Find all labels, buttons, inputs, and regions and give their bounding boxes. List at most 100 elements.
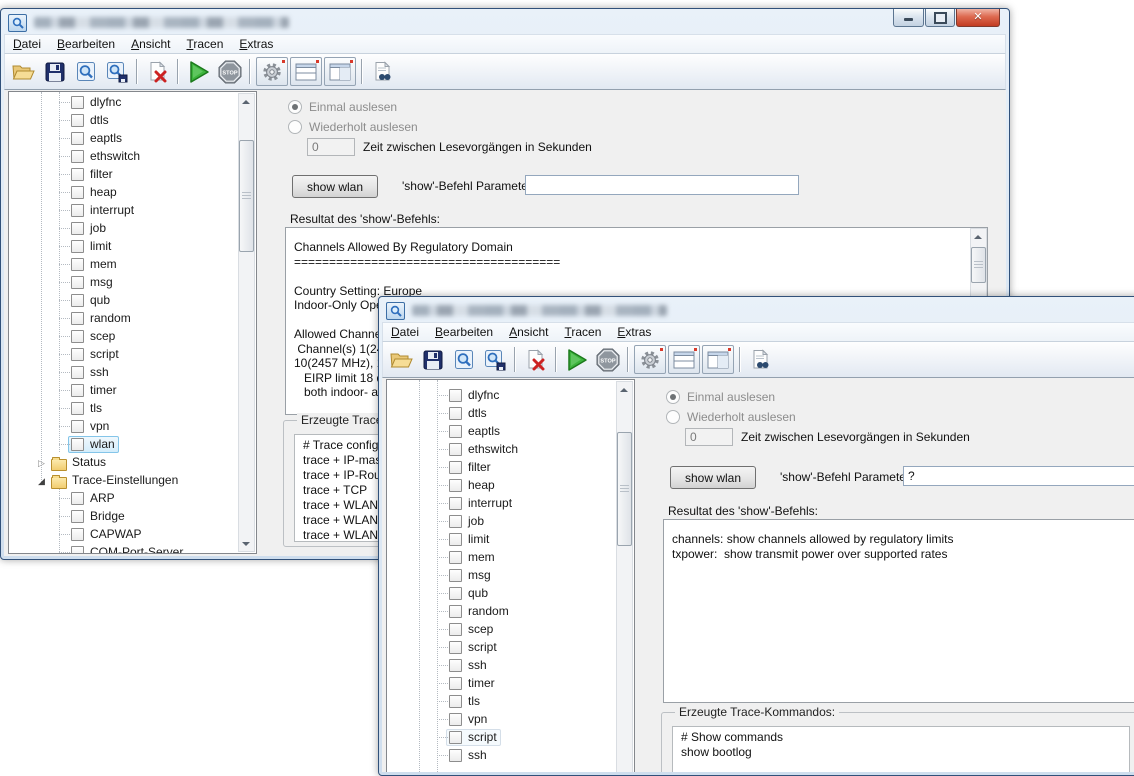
tree-item[interactable]: vpn — [387, 711, 617, 729]
minimize-button[interactable] — [893, 9, 924, 27]
tree-item[interactable]: Bridge — [9, 508, 239, 526]
close-button[interactable]: ✕ — [956, 9, 1000, 27]
tree-scrollbar[interactable] — [238, 93, 255, 552]
tree-item[interactable]: random — [9, 310, 239, 328]
tree-checkbox[interactable] — [449, 569, 462, 582]
tree-item[interactable]: mem — [387, 549, 617, 567]
tree-item[interactable]: limit — [9, 238, 239, 256]
save-trace-config-button[interactable] — [101, 57, 132, 86]
stop-trace-button[interactable]: STOP — [214, 57, 245, 86]
tree-item[interactable]: limit — [387, 531, 617, 549]
tree-checkbox[interactable] — [449, 623, 462, 636]
tree-item[interactable]: timer — [9, 382, 239, 400]
scroll-thumb[interactable] — [617, 432, 632, 546]
tree-item[interactable]: tls — [387, 693, 617, 711]
tree-checkbox[interactable] — [71, 168, 84, 181]
tree-item[interactable]: ssh — [9, 364, 239, 382]
tree-item[interactable]: eaptls — [387, 423, 617, 441]
search-trace-button[interactable] — [745, 345, 776, 374]
tree-checkbox[interactable] — [449, 695, 462, 708]
tree-checkbox[interactable] — [449, 461, 462, 474]
tree-checkbox[interactable] — [71, 222, 84, 235]
tree-checkbox[interactable] — [71, 330, 84, 343]
scroll-up-arrow[interactable] — [971, 229, 984, 244]
tree-checkbox[interactable] — [449, 407, 462, 420]
save-button[interactable] — [39, 57, 70, 86]
radio-read-repeat[interactable]: Wiederholt auslesen — [288, 120, 418, 134]
tree-item[interactable]: interrupt — [387, 495, 617, 513]
tree-item[interactable]: heap — [387, 477, 617, 495]
trace-tree-panel[interactable]: dlyfnc dtls eaptls ethswitch — [8, 91, 257, 554]
scroll-thumb[interactable] — [239, 140, 254, 252]
tree-item[interactable]: script — [387, 639, 617, 657]
show-command-button[interactable]: show wlan — [670, 466, 756, 489]
tree-checkbox[interactable] — [71, 294, 84, 307]
tree-item[interactable]: eaptls — [9, 130, 239, 148]
start-trace-button[interactable] — [183, 57, 214, 86]
menu-item[interactable]: Datei — [383, 324, 427, 340]
tree-checkbox[interactable] — [71, 312, 84, 325]
tree-item[interactable]: Trace-Einstellungen — [9, 472, 239, 490]
titlebar[interactable] — [382, 299, 1134, 322]
tree-item[interactable]: ethswitch — [387, 441, 617, 459]
scroll-up-arrow[interactable] — [239, 94, 252, 109]
discard-trace-button[interactable] — [520, 345, 551, 374]
settings-toggle-button[interactable] — [256, 57, 288, 86]
tree-checkbox[interactable] — [71, 492, 84, 505]
scroll-up-arrow[interactable] — [617, 382, 630, 397]
tree-checkbox[interactable] — [449, 641, 462, 654]
menu-item[interactable]: Ansicht — [501, 324, 556, 340]
tree-item[interactable]: script — [387, 729, 617, 747]
tree-item[interactable]: ARP — [9, 490, 239, 508]
tree-item[interactable]: timer — [387, 675, 617, 693]
param-input[interactable] — [525, 175, 799, 195]
open-file-button[interactable] — [386, 345, 417, 374]
tree-checkbox[interactable] — [71, 114, 84, 127]
tree-item[interactable]: filter — [9, 166, 239, 184]
menu-item[interactable]: Bearbeiten — [49, 36, 123, 52]
radio-read-repeat[interactable]: Wiederholt auslesen — [666, 410, 796, 424]
tree-checkbox[interactable] — [71, 528, 84, 541]
menu-item[interactable]: Bearbeiten — [427, 324, 501, 340]
tree-checkbox[interactable] — [449, 389, 462, 402]
tree-checkbox[interactable] — [71, 366, 84, 379]
view-trace-config-button[interactable] — [70, 57, 101, 86]
tree-scrollbar[interactable] — [616, 381, 633, 772]
view-trace-config-button[interactable] — [448, 345, 479, 374]
menu-item[interactable]: Datei — [5, 36, 49, 52]
trace-tree-panel[interactable]: dlyfnc dtls eaptls ethswitch — [386, 379, 635, 772]
interval-input[interactable]: 0 — [307, 138, 355, 156]
discard-trace-button[interactable] — [142, 57, 173, 86]
stop-trace-button[interactable]: STOP — [592, 345, 623, 374]
tree-item[interactable]: tls — [9, 400, 239, 418]
tree-checkbox[interactable] — [71, 276, 84, 289]
tree-expander-icon[interactable] — [38, 473, 45, 490]
menu-item[interactable]: Tracen — [556, 324, 609, 340]
open-file-button[interactable] — [8, 57, 39, 86]
radio-read-once[interactable]: Einmal auslesen — [666, 390, 775, 404]
tree-item[interactable]: qub — [387, 585, 617, 603]
menu-item[interactable]: Tracen — [178, 36, 231, 52]
tree-item[interactable]: dlyfnc — [387, 387, 617, 405]
tree-checkbox[interactable] — [71, 240, 84, 253]
show-result-box[interactable]: channels: show channels allowed by regul… — [663, 519, 1134, 703]
tree-checkbox[interactable] — [71, 132, 84, 145]
trace-commands-box[interactable]: # Show commands show bootlog — [672, 726, 1130, 772]
save-trace-config-button[interactable] — [479, 345, 510, 374]
tree-item[interactable]: random — [387, 603, 617, 621]
tree-checkbox[interactable] — [71, 348, 84, 361]
save-button[interactable] — [417, 345, 448, 374]
tree-expander-icon[interactable] — [38, 455, 45, 472]
tree-item[interactable]: vpn — [9, 418, 239, 436]
tree-checkbox[interactable] — [71, 420, 84, 433]
menu-item[interactable]: Extras — [609, 324, 659, 340]
tree-item[interactable]: qub — [9, 292, 239, 310]
tree-item[interactable]: ethswitch — [9, 148, 239, 166]
tree-item[interactable]: wlan — [9, 436, 239, 454]
tree-checkbox[interactable] — [71, 150, 84, 163]
tree-checkbox[interactable] — [449, 677, 462, 690]
tree-checkbox[interactable] — [71, 438, 84, 451]
tree-checkbox[interactable] — [449, 497, 462, 510]
start-trace-button[interactable] — [561, 345, 592, 374]
menu-item[interactable]: Ansicht — [123, 36, 178, 52]
